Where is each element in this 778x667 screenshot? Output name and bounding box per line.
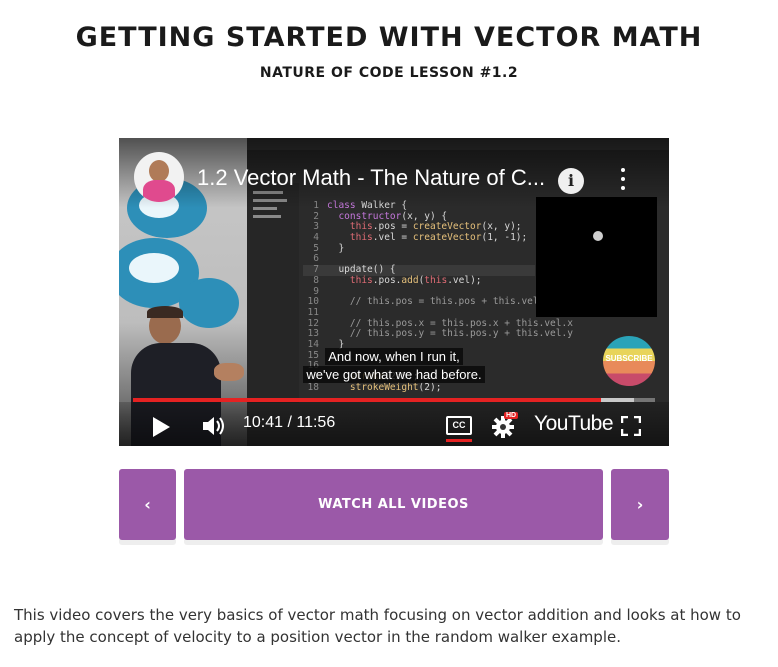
youtube-logo[interactable]: YouTube: [534, 412, 614, 436]
code-line-text: this.pos = createVector(x, y);: [349, 221, 522, 233]
code-line-text: constructor(x, y) {: [338, 210, 448, 222]
watch-all-videos-button[interactable]: WATCH ALL VIDEOS: [184, 469, 603, 540]
code-line-text: this.pos.add(this.vel);: [349, 274, 482, 286]
previous-video-button[interactable]: ‹: [119, 469, 176, 540]
captions-active-indicator: [446, 439, 472, 442]
code-line-text: }: [327, 242, 345, 254]
walker-dot: [593, 231, 603, 241]
code-line-text: // this.pos.x = this.pos.x + this.vel.x: [327, 317, 573, 329]
code-line-text: update() {: [327, 264, 396, 276]
code-line: 10 // this.pos = this.pos + this.vel;: [303, 296, 545, 308]
code-line: 18 strokeWeight(2);: [303, 381, 535, 394]
video-captions: And now, when I run it, we've got what w…: [119, 348, 669, 384]
info-icon[interactable]: i: [558, 168, 584, 194]
page-subtitle: NATURE OF CODE LESSON #1.2: [259, 65, 519, 81]
page-title: GETTING STARTED WITH VECTOR MATH: [75, 22, 703, 53]
video-controls: 10:41 / 11:56 CC HD YouTube: [119, 402, 669, 446]
next-video-button[interactable]: ›: [611, 469, 669, 540]
caption-line: And now, when I run it,: [325, 348, 463, 365]
caption-line: we've got what we had before.: [303, 366, 485, 383]
video-description: This video covers the very basics of vec…: [14, 606, 741, 646]
video-title[interactable]: 1.2 Vector Math - The Nature of C...: [197, 165, 557, 191]
channel-avatar[interactable]: [134, 152, 184, 202]
hd-badge: HD: [504, 412, 519, 419]
captions-icon[interactable]: CC: [446, 416, 472, 435]
play-icon[interactable]: [153, 417, 170, 437]
code-line-number: 11: [307, 306, 319, 318]
code-line: 5 }: [303, 242, 535, 255]
volume-icon[interactable]: [201, 414, 227, 438]
code-line-number: 8: [313, 274, 319, 286]
code-line-text: this.vel = createVector(1, -1);: [349, 232, 528, 244]
code-line: 8 this.pos.add(this.vel);: [303, 274, 535, 287]
more-options-icon[interactable]: [619, 168, 627, 192]
code-line-text: // this.pos.y = this.pos.y + this.vel.y: [327, 328, 573, 340]
time-display: 10:41 / 11:56: [243, 414, 336, 431]
fullscreen-icon[interactable]: [621, 416, 641, 436]
code-line-text: // this.pos = this.pos + this.vel;: [327, 296, 545, 308]
video-player[interactable]: 1class Walker {2 constructor(x, y) {3 th…: [119, 138, 669, 446]
code-line-number: 18: [307, 381, 319, 393]
sketch-canvas: [536, 197, 657, 317]
